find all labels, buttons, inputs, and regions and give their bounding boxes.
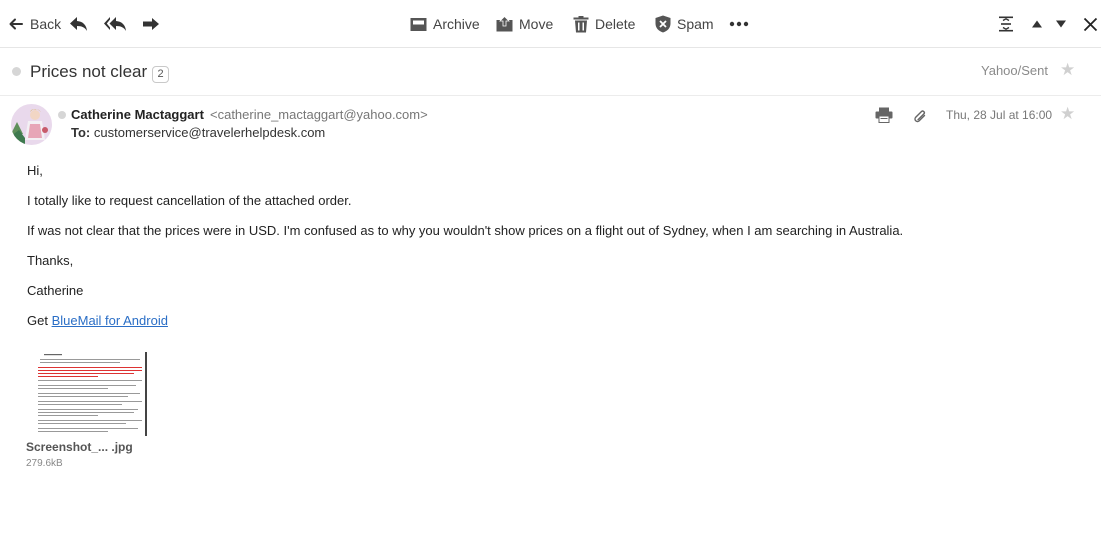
attachment-thumbnail[interactable] [36, 352, 147, 436]
reply-all-button[interactable] [104, 12, 128, 36]
body-footer: Get BlueMail for Android [27, 313, 168, 328]
message-count-badge: 2 [152, 66, 169, 83]
thread-star-icon[interactable]: ★ [1060, 61, 1075, 78]
body-greeting: Hi, [27, 163, 43, 178]
body-line-2: If was not clear that the prices were in… [27, 223, 904, 238]
folder-label: Yahoo/Sent [981, 63, 1048, 78]
subject-bar: Prices not clear 2 Yahoo/Sent ★ [0, 48, 1101, 96]
body-signature: Catherine [27, 283, 84, 298]
message-toolbar: Back Archive Move Delete Spam [0, 0, 1101, 48]
close-icon [1083, 17, 1098, 32]
move-icon [496, 16, 513, 32]
attachment-name[interactable]: Screenshot_... .jpg [26, 440, 133, 454]
delete-label: Delete [595, 16, 636, 32]
read-status-dot[interactable] [12, 67, 21, 76]
body-line-1: I totally like to request cancellation o… [27, 193, 352, 208]
avatar [11, 104, 52, 145]
back-label: Back [30, 16, 62, 32]
more-actions-button[interactable] [729, 12, 749, 36]
attachment-size: 279.6kB [26, 458, 63, 469]
sender-name[interactable]: Catherine Mactaggart [71, 107, 204, 122]
reply-all-icon [104, 15, 128, 33]
body-thanks: Thanks, [27, 253, 74, 268]
close-button[interactable] [1083, 12, 1098, 36]
delete-button[interactable]: Delete [573, 12, 635, 36]
message-date: Thu, 28 Jul at 16:00 [946, 108, 1053, 122]
triangle-down-icon [1055, 19, 1067, 29]
expand-thread-button[interactable] [998, 12, 1014, 36]
footer-prefix: Get [27, 313, 48, 328]
sender-email[interactable]: <catherine_mactaggart@yahoo.com> [210, 107, 428, 122]
arrow-left-icon [8, 16, 24, 32]
reply-button[interactable] [69, 12, 89, 36]
forward-button[interactable] [141, 12, 161, 36]
paperclip-icon[interactable] [913, 109, 927, 128]
more-dots-icon [729, 21, 749, 27]
back-button[interactable]: Back [8, 12, 61, 36]
spam-button[interactable]: Spam [655, 12, 714, 36]
reply-icon [69, 15, 89, 33]
unread-dot[interactable] [58, 111, 66, 119]
recipient-line: To: customerservice@travelerhelpdesk.com [71, 125, 325, 140]
shield-x-icon [655, 15, 671, 33]
recipient-address[interactable]: customerservice@travelerhelpdesk.com [94, 125, 325, 140]
to-label: To: [71, 125, 91, 140]
thread-subject: Prices not clear [30, 62, 148, 81]
archive-button[interactable]: Archive [410, 12, 480, 36]
previous-message-button[interactable] [1031, 12, 1043, 36]
expand-collapse-icon [998, 16, 1014, 32]
archive-label: Archive [433, 16, 480, 32]
next-message-button[interactable] [1055, 12, 1067, 36]
triangle-up-icon [1031, 19, 1043, 29]
forward-icon [141, 15, 161, 33]
trash-icon [573, 15, 589, 33]
move-button[interactable]: Move [496, 12, 553, 36]
archive-icon [410, 16, 427, 32]
print-icon[interactable] [875, 107, 893, 126]
move-label: Move [519, 16, 554, 32]
bluemail-link[interactable]: BlueMail for Android [52, 313, 168, 328]
spam-label: Spam [677, 16, 714, 32]
message-star-icon[interactable]: ★ [1060, 105, 1075, 122]
